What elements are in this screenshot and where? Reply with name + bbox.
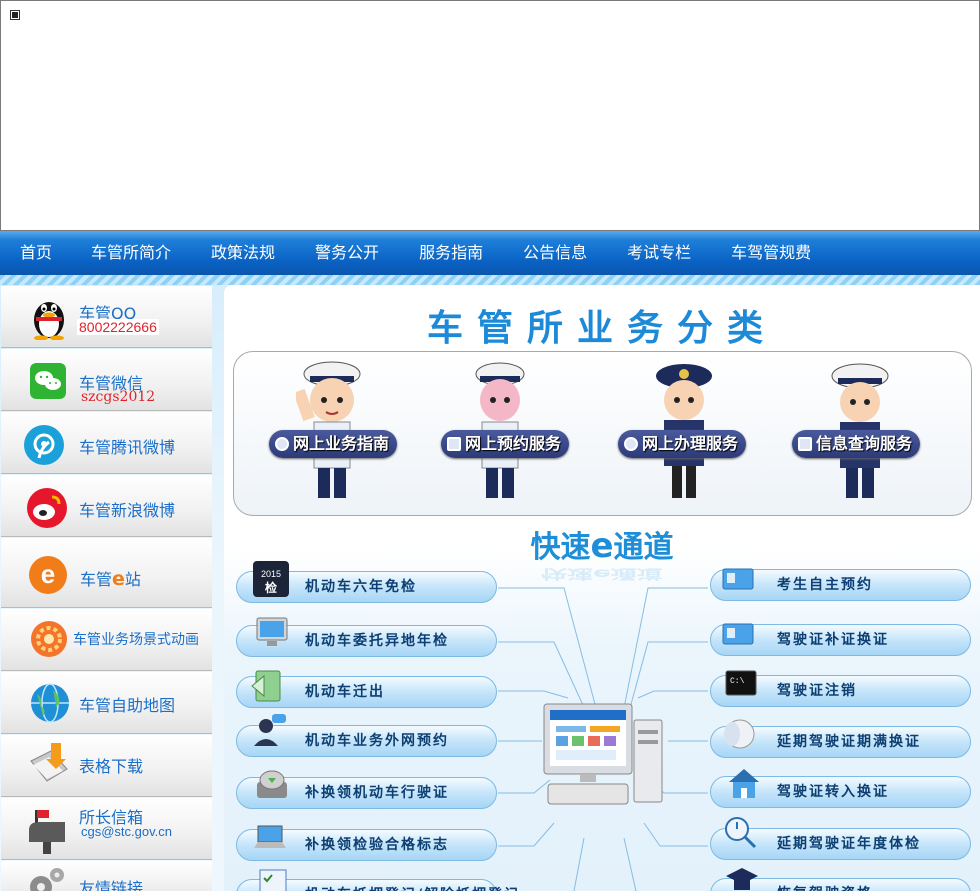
monitor-icon xyxy=(798,437,812,451)
nav-item-exam[interactable]: 考试专栏 xyxy=(627,231,691,275)
sidebar-item-mailbox[interactable]: 所长信箱 cgs@stc.gov.cn xyxy=(1,798,212,860)
page: 首页 车管所简介 政策法规 警务公开 服务指南 公告信息 考试专栏 车驾管规费 xyxy=(0,0,980,891)
clock-search-icon xyxy=(725,817,757,849)
service-label: 网上办理服务 xyxy=(642,434,739,453)
sina-weibo-icon xyxy=(27,488,67,528)
service-label: 网上预约服务 xyxy=(465,434,562,453)
monitor-icon xyxy=(256,617,288,646)
service-label: 网上业务指南 xyxy=(293,434,390,453)
crt-monitor-icon xyxy=(724,719,755,749)
sidebar-tencent-weibo-label: 车管腾讯微博 xyxy=(79,438,176,457)
customer-service-icon xyxy=(254,714,286,746)
sidebar-forms-label: 表格下载 xyxy=(79,757,144,776)
sidebar-item-tencent-weibo[interactable]: 车管腾讯微博 xyxy=(1,412,212,474)
sidebar-item-sina-weibo[interactable]: 车管新浪微博 xyxy=(1,475,212,537)
banner-frame xyxy=(0,0,980,231)
service-label: 信息查询服务 xyxy=(816,434,913,453)
sidebar-item-map[interactable]: 车管自助地图 xyxy=(1,672,212,734)
nav-item-about[interactable]: 车管所简介 xyxy=(91,231,171,275)
sidebar-item-estation[interactable]: e 车管e站 xyxy=(1,538,212,608)
online-business-guide-button[interactable]: 网上业务指南 xyxy=(269,430,398,458)
nav-wave-decoration xyxy=(0,275,980,285)
nav-item-policy[interactable]: 政策法规 xyxy=(211,231,275,275)
transfer-out-icon xyxy=(251,670,281,702)
e-station-icon: e xyxy=(29,556,67,594)
wechat-icon xyxy=(30,363,66,399)
tencent-weibo-icon xyxy=(24,425,64,465)
camera-icon xyxy=(447,437,461,451)
svg-text:C:\: C:\ xyxy=(730,677,745,686)
compass-icon xyxy=(275,437,289,451)
online-processing-button[interactable]: 网上办理服务 xyxy=(618,430,747,458)
terminal-icon: C:\ xyxy=(725,670,757,696)
sidebar-item-wechat[interactable]: 车管微信 szcgs2012 xyxy=(1,349,212,411)
mailbox-icon xyxy=(29,810,65,854)
estation-prefix: 车管 xyxy=(80,570,113,589)
sidebar-estation-label: 车管e站 xyxy=(80,566,141,590)
graduation-cap-icon xyxy=(726,868,758,890)
sidebar-mailbox-email: cgs@stc.gov.cn xyxy=(81,824,172,839)
sidebar-item-links[interactable]: 友情链接 xyxy=(1,861,212,891)
estation-e: e xyxy=(112,568,125,590)
nav-item-fees[interactable]: 车驾管规费 xyxy=(731,231,811,275)
laptop-icon xyxy=(254,825,286,848)
id-card-icon xyxy=(722,568,754,590)
nav-item-home[interactable]: 首页 xyxy=(20,231,52,275)
nav-item-announcements[interactable]: 公告信息 xyxy=(523,231,587,275)
sidebar-map-label: 车管自助地图 xyxy=(79,696,176,715)
inspection-badge-icon: 2015 检 xyxy=(253,561,289,597)
hard-drive-icon xyxy=(257,770,287,798)
estation-suffix: 站 xyxy=(124,570,141,589)
sidebar-qq-number: 8002222666 xyxy=(77,319,159,335)
gears-links-icon xyxy=(30,868,64,891)
sidebar-item-forms[interactable]: 表格下载 xyxy=(1,735,212,797)
broken-image-icon xyxy=(10,10,20,20)
gear-icon xyxy=(624,437,638,451)
nav-item-police-affairs[interactable]: 警务公开 xyxy=(315,231,379,275)
desktop-computer-illustration xyxy=(543,703,663,805)
badge-year: 2015 xyxy=(260,569,282,579)
globe-map-icon xyxy=(31,683,69,723)
download-forms-icon xyxy=(30,743,68,782)
sidebar-animation-label: 车管业务场景式动画 xyxy=(73,632,199,648)
sidebar: 车管QQ 8002222666 车管微信 szcgs2012 车管腾讯微博 车管… xyxy=(1,286,212,891)
sidebar-links-label: 友情链接 xyxy=(79,879,144,891)
main-nav: 首页 车管所简介 政策法规 警务公开 服务指南 公告信息 考试专栏 车驾管规费 xyxy=(0,231,980,275)
svg-text:e: e xyxy=(41,559,55,589)
badge-check-text: 检 xyxy=(264,581,277,595)
sidebar-wechat-account: szcgs2012 xyxy=(81,389,156,405)
sidebar-item-animation[interactable]: 车管业务场景式动画 xyxy=(1,609,212,671)
license-card-icon xyxy=(722,623,754,645)
sidebar-item-qq[interactable]: 车管QQ 8002222666 xyxy=(1,286,212,348)
house-icon xyxy=(729,769,759,798)
sidebar-sina-weibo-label: 车管新浪微博 xyxy=(79,501,176,520)
qq-penguin-icon xyxy=(34,302,64,340)
info-query-button[interactable]: 信息查询服务 xyxy=(792,430,921,458)
page-title: 车管所业务分类 xyxy=(426,308,777,349)
checklist-icon xyxy=(259,869,287,891)
gear-animation-icon xyxy=(31,621,67,657)
nav-item-service-guide[interactable]: 服务指南 xyxy=(419,231,483,275)
online-booking-button[interactable]: 网上预约服务 xyxy=(441,430,570,458)
